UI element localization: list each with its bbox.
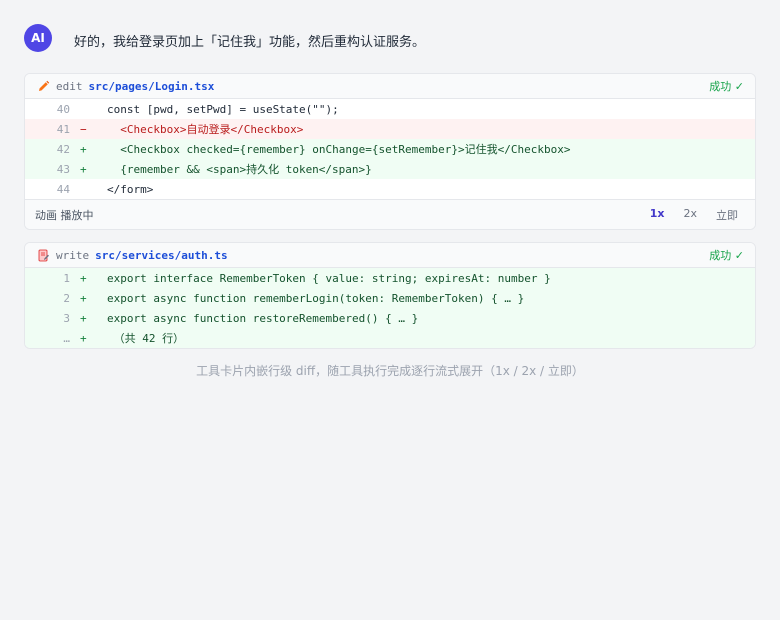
line-number: 1 xyxy=(63,271,70,285)
line-code: export interface RememberToken { value: … xyxy=(107,271,551,285)
diff-lines: 1 + export interface RememberToken { val… xyxy=(25,268,755,348)
diff-line-added: 42 + <Checkbox checked={remember} onChan… xyxy=(25,139,755,159)
line-code: {remember && <span>持久化 token</span>} xyxy=(107,163,372,176)
status-badge: 成功 ✓ xyxy=(709,80,744,93)
line-number: 43 xyxy=(56,162,70,176)
tool-card-write: write src/services/auth.ts 成功 ✓ 1 + expo… xyxy=(24,242,756,349)
line-number: … xyxy=(63,331,70,345)
speed-1x-button[interactable]: 1x xyxy=(631,207,665,223)
diff-line-added: 3 + export async function restoreRemembe… xyxy=(25,308,755,328)
diff-marker: + xyxy=(80,142,87,156)
speed-2x-button[interactable]: 2x xyxy=(664,207,697,223)
tool-card-edit: edit src/pages/Login.tsx 成功 ✓ 40 const [… xyxy=(24,73,756,230)
diff-line-added: 43 + {remember && <span>持久化 token</span>… xyxy=(25,159,755,179)
diff-line: 44 </form> xyxy=(25,179,755,199)
line-number: 42 xyxy=(56,142,70,156)
line-code: </form> xyxy=(107,182,154,196)
diff-marker: + xyxy=(80,271,87,285)
line-code: export async function restoreRemembered(… xyxy=(107,311,419,325)
diff-line: 40 const [pwd, setPwd] = useState(""); xyxy=(25,99,755,119)
assistant-avatar: AI xyxy=(24,24,52,52)
speed-instant-button[interactable]: 立即 xyxy=(697,207,738,223)
diff-line-added: 1 + export interface RememberToken { val… xyxy=(25,268,755,288)
pencil-icon xyxy=(37,80,50,93)
diff-marker: + xyxy=(80,311,87,325)
line-code: （共 42 行） xyxy=(107,332,185,345)
diff-line-summary: … + （共 42 行） xyxy=(25,328,755,348)
line-number: 41 xyxy=(56,122,70,136)
diff-marker: + xyxy=(80,162,87,176)
file-path[interactable]: src/pages/Login.tsx xyxy=(89,80,215,93)
animation-footer: 动画 播放中 1x 2x 立即 xyxy=(25,199,755,229)
line-code: export async function rememberLogin(toke… xyxy=(107,291,525,305)
assistant-message: AI 好的，我给登录页加上「记住我」功能，然后重构认证服务。 xyxy=(24,24,756,52)
diff-lines: 40 const [pwd, setPwd] = useState(""); 4… xyxy=(25,99,755,199)
speed-selector: 1x 2x 立即 xyxy=(631,207,738,223)
diff-marker: + xyxy=(80,331,87,345)
tool-card-header[interactable]: write src/services/auth.ts 成功 ✓ xyxy=(25,243,755,268)
file-path[interactable]: src/services/auth.ts xyxy=(95,249,227,262)
tool-name: edit xyxy=(56,79,83,93)
line-code: <Checkbox>自动登录</Checkbox> xyxy=(107,123,304,136)
line-number: 3 xyxy=(63,311,70,325)
tool-card-header[interactable]: edit src/pages/Login.tsx 成功 ✓ xyxy=(25,74,755,99)
line-number: 44 xyxy=(56,182,70,196)
line-number: 2 xyxy=(63,291,70,305)
file-write-icon xyxy=(37,249,50,262)
tool-name: write xyxy=(56,248,90,262)
line-code: const [pwd, setPwd] = useState(""); xyxy=(107,102,339,116)
line-code: <Checkbox checked={remember} onChange={s… xyxy=(107,143,571,156)
status-badge: 成功 ✓ xyxy=(709,249,744,262)
diff-marker: + xyxy=(80,291,87,305)
diff-line-added: 2 + export async function rememberLogin(… xyxy=(25,288,755,308)
diff-line-removed: 41 − <Checkbox>自动登录</Checkbox> xyxy=(25,119,755,139)
animation-status: 动画 播放中 xyxy=(35,209,94,222)
diff-marker: − xyxy=(80,122,87,136)
message-text: 好的，我给登录页加上「记住我」功能，然后重构认证服务。 xyxy=(74,35,426,50)
line-number: 40 xyxy=(56,102,70,116)
figure-caption: 工具卡片内嵌行级 diff，随工具执行完成逐行流式展开（1x / 2x / 立即… xyxy=(196,364,584,378)
